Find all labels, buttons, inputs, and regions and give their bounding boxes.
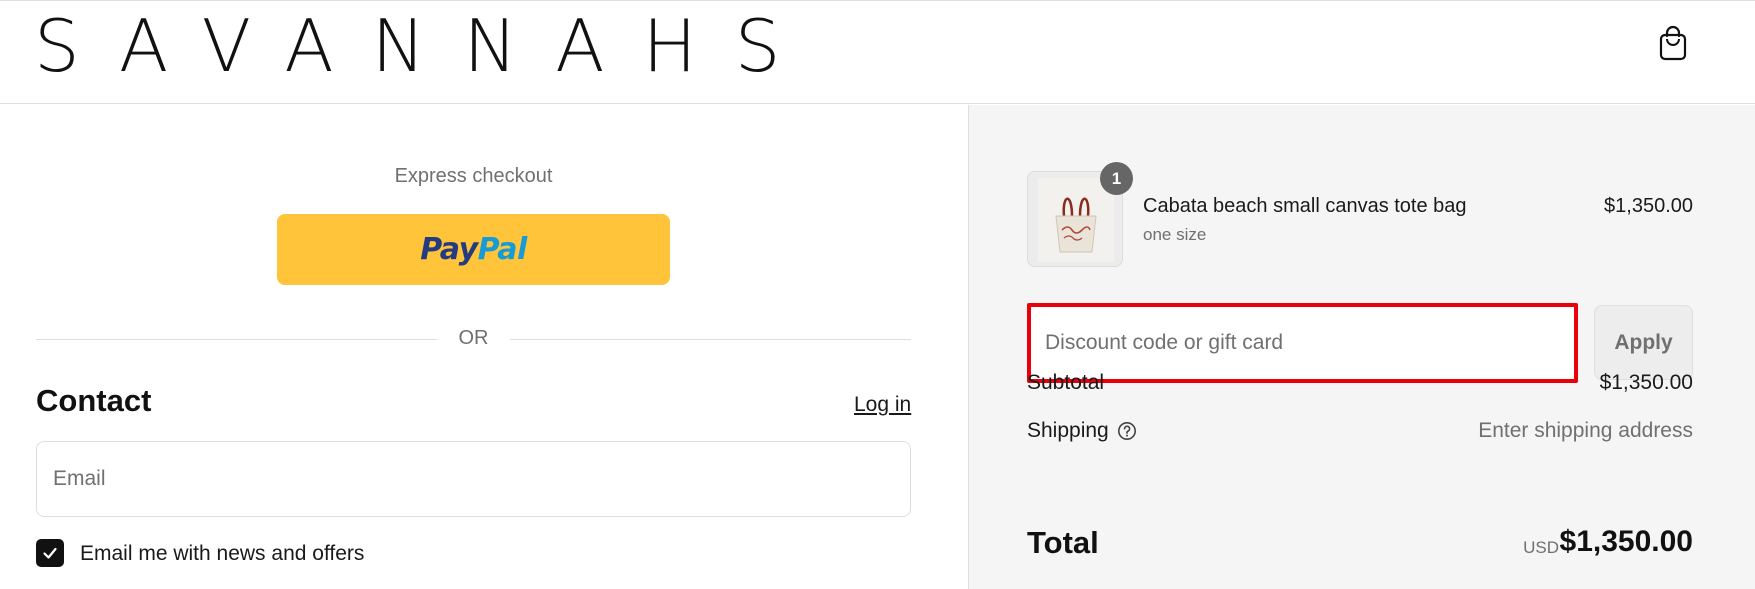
checkmark-icon bbox=[43, 547, 57, 559]
product-name: Cabata beach small canvas tote bag bbox=[1143, 195, 1467, 217]
store-logo[interactable]: SAVANNAHS bbox=[34, 7, 818, 85]
total-currency: USD bbox=[1523, 538, 1559, 557]
contact-heading: Contact bbox=[36, 383, 152, 418]
total-amount: $1,350.00 bbox=[1559, 525, 1693, 558]
total-label: Total bbox=[1027, 525, 1099, 560]
quantity-badge: 1 bbox=[1100, 162, 1133, 195]
product-price: $1,350.00 bbox=[1604, 195, 1693, 217]
help-circle-icon[interactable] bbox=[1117, 421, 1137, 441]
checkout-form-column: Express checkout PayPal OR Contact Log i… bbox=[0, 105, 968, 589]
paypal-button[interactable]: PayPal bbox=[277, 214, 670, 285]
subtotal-value: $1,350.00 bbox=[1599, 371, 1693, 394]
paypal-logo: PayPal bbox=[420, 232, 527, 267]
shipping-value: Enter shipping address bbox=[1478, 419, 1693, 442]
discount-field-highlight bbox=[1027, 303, 1578, 383]
or-divider: OR bbox=[36, 327, 911, 351]
express-checkout-label: Express checkout bbox=[394, 165, 553, 187]
product-variant: one size bbox=[1143, 225, 1207, 244]
shopping-bag-icon[interactable] bbox=[1657, 25, 1689, 61]
log-in-link[interactable]: Log in bbox=[854, 393, 911, 417]
email-field[interactable] bbox=[36, 441, 911, 517]
checkout-page: SAVANNAHS Express checkout PayPal OR Con… bbox=[0, 0, 1755, 589]
apply-discount-button[interactable]: Apply bbox=[1594, 305, 1693, 380]
newsletter-label: Email me with news and offers bbox=[80, 542, 365, 565]
site-header: SAVANNAHS bbox=[0, 0, 1755, 104]
divider-line-right bbox=[510, 339, 911, 340]
shipping-label: Shipping bbox=[1027, 419, 1109, 442]
order-summary-column: 1 Cabata beach small canvas tote bag one… bbox=[968, 105, 1755, 589]
subtotal-label: Subtotal bbox=[1027, 371, 1105, 394]
discount-code-input[interactable] bbox=[1031, 307, 1574, 379]
newsletter-checkbox[interactable] bbox=[36, 539, 64, 567]
